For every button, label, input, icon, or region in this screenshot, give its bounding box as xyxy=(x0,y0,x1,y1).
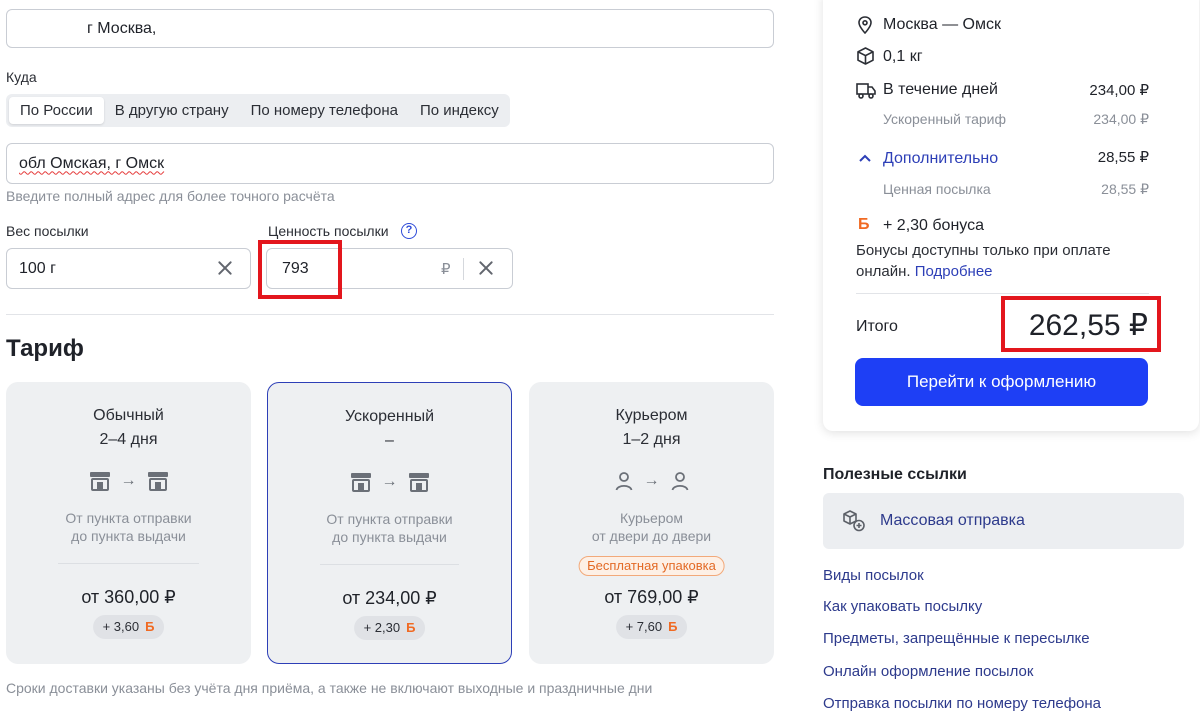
total-highlight-frame xyxy=(1001,296,1161,352)
bonus-note: Бонусы доступны только при оплате xyxy=(856,242,1111,259)
arrow-right-icon: → xyxy=(381,473,398,490)
tariff-name: Курьером xyxy=(615,407,688,424)
to-address-value: обл Омская, г Омск xyxy=(19,154,165,172)
bonus-amount: + 7,60 xyxy=(625,619,663,634)
bonus-note-line2: онлайн. Подробнее xyxy=(856,263,993,280)
tariff-desc: От пункта отправки xyxy=(65,510,192,526)
tariff-card-regular[interactable]: Обычный 2–4 дня → От пункта отправки до … xyxy=(6,382,251,664)
bonus-badge: + 3,60 Б xyxy=(92,615,165,639)
route-icons: → xyxy=(268,471,511,493)
summary-tariff-value: 234,00 ₽ xyxy=(1093,111,1149,127)
summary-divider xyxy=(856,293,1149,294)
bonus-badge: + 7,60 Б xyxy=(615,615,688,639)
from-address-value: г Москва, xyxy=(87,19,157,37)
tariff-name: Обычный xyxy=(93,407,164,424)
weight-clear-icon[interactable] xyxy=(216,259,234,277)
arrow-right-icon: → xyxy=(120,472,137,489)
tariff-card-express[interactable]: Ускоренный – → От пункта отправки до пун… xyxy=(267,382,512,664)
tariff-days: 2–4 дня xyxy=(99,431,158,448)
link-send-by-phone[interactable]: Отправка посылки по номеру телефона xyxy=(823,695,1101,712)
summary-route: Москва — Омск xyxy=(883,16,1001,33)
bonus-icon: Б xyxy=(406,620,416,635)
tariff-name: Ускоренный xyxy=(344,408,435,425)
total-label: Итого xyxy=(856,318,898,335)
tariff-price: от 769,00 ₽ xyxy=(604,587,699,607)
post-office-icon xyxy=(147,472,168,491)
post-office-icon xyxy=(350,473,371,492)
bonus-icon: Б xyxy=(145,619,155,634)
summary-delivery-label: В течение дней xyxy=(883,81,998,98)
value-label: Ценность посылки xyxy=(268,223,389,239)
route-icons: → xyxy=(529,470,774,492)
checkout-button[interactable]: Перейти к оформлению xyxy=(855,358,1148,406)
tariff-desc: от двери до двери xyxy=(591,528,712,544)
bonus-icon: Б xyxy=(668,619,678,634)
person-icon xyxy=(671,472,688,491)
free-packaging-badge: Бесплатная упаковка xyxy=(578,556,725,576)
boxes-plus-icon xyxy=(843,510,865,532)
mass-shipping-button[interactable]: Массовая отправка xyxy=(823,493,1184,549)
bonus-note-prefix: онлайн. xyxy=(856,263,911,280)
summary-delivery-value: 234,00 ₽ xyxy=(1089,82,1149,99)
field-divider xyxy=(463,258,464,280)
value-highlight-frame xyxy=(258,240,342,299)
post-office-icon xyxy=(408,473,429,492)
from-address-input[interactable]: г Москва, xyxy=(6,9,774,48)
summary-weight: 0,1 кг xyxy=(883,48,923,65)
value-clear-icon[interactable] xyxy=(477,259,495,277)
weight-value: 100 г xyxy=(19,259,56,277)
tariff-desc: От пункта отправки xyxy=(326,511,453,527)
card-separator xyxy=(58,563,199,564)
summary-extra-value: 28,55 ₽ xyxy=(1097,149,1149,166)
bonus-amount: + 3,60 xyxy=(102,619,140,634)
tariff-days: – xyxy=(385,432,394,449)
to-label: Куда xyxy=(6,69,37,85)
bonus-icon: Б xyxy=(858,216,870,233)
box-icon xyxy=(857,47,874,65)
tariff-price: от 360,00 ₽ xyxy=(81,587,176,607)
summary-valued-value: 28,55 ₽ xyxy=(1101,181,1149,197)
weight-input[interactable]: 100 г xyxy=(6,248,251,289)
link-online-registration[interactable]: Онлайн оформление посылок xyxy=(823,663,1033,680)
route-icons: → xyxy=(6,470,251,492)
destination-type-tabs: По России В другую страну По номеру теле… xyxy=(6,94,510,127)
chevron-up-icon[interactable] xyxy=(858,153,872,163)
summary-bonus: + 2,30 бонуса xyxy=(883,217,984,234)
link-parcel-types[interactable]: Виды посылок xyxy=(823,567,924,584)
useful-links-heading: Полезные ссылки xyxy=(823,466,967,483)
weight-label: Вес посылки xyxy=(6,223,89,239)
tariff-desc: до пункта выдачи xyxy=(332,529,447,545)
summary-valued-label: Ценная посылка xyxy=(883,181,991,197)
delivery-truck-icon xyxy=(856,83,876,99)
tariff-heading: Тариф xyxy=(6,335,84,362)
location-pin-icon xyxy=(858,16,872,34)
tab-phone[interactable]: По номеру телефона xyxy=(240,97,409,124)
tariff-desc: до пункта выдачи xyxy=(71,528,186,544)
section-divider xyxy=(6,314,774,315)
summary-extra-toggle[interactable]: Дополнительно xyxy=(883,150,998,168)
tariff-card-courier[interactable]: Курьером 1–2 дня → Курьером от двери до … xyxy=(529,382,774,664)
tariff-days: 1–2 дня xyxy=(622,431,681,448)
tab-postcode[interactable]: По индексу xyxy=(409,97,510,124)
delivery-terms-note: Сроки доставки указаны без учёта дня при… xyxy=(6,680,653,696)
to-address-input[interactable]: обл Омская, г Омск xyxy=(6,143,774,184)
bonus-amount: + 2,30 xyxy=(363,620,401,635)
currency-rub-sign: ₽ xyxy=(441,261,451,278)
link-prohibited-items[interactable]: Предметы, запрещённые к пересылке xyxy=(823,630,1090,647)
tab-russia[interactable]: По России xyxy=(9,97,104,124)
person-icon xyxy=(615,472,632,491)
to-address-hint: Введите полный адрес для более точного р… xyxy=(6,188,335,204)
bonus-more-link[interactable]: Подробнее xyxy=(915,263,993,280)
tab-abroad[interactable]: В другую страну xyxy=(104,97,240,124)
help-icon[interactable]: ? xyxy=(401,223,417,239)
tariff-price: от 234,00 ₽ xyxy=(342,588,437,608)
summary-tariff-label: Ускоренный тариф xyxy=(883,111,1006,127)
card-separator xyxy=(320,564,459,565)
arrow-right-icon: → xyxy=(643,472,660,489)
mass-shipping-label: Массовая отправка xyxy=(880,512,1025,529)
bonus-badge: + 2,30 Б xyxy=(353,616,426,640)
tariff-desc: Курьером xyxy=(619,510,684,526)
link-packing[interactable]: Как упаковать посылку xyxy=(823,598,982,615)
post-office-icon xyxy=(89,472,110,491)
